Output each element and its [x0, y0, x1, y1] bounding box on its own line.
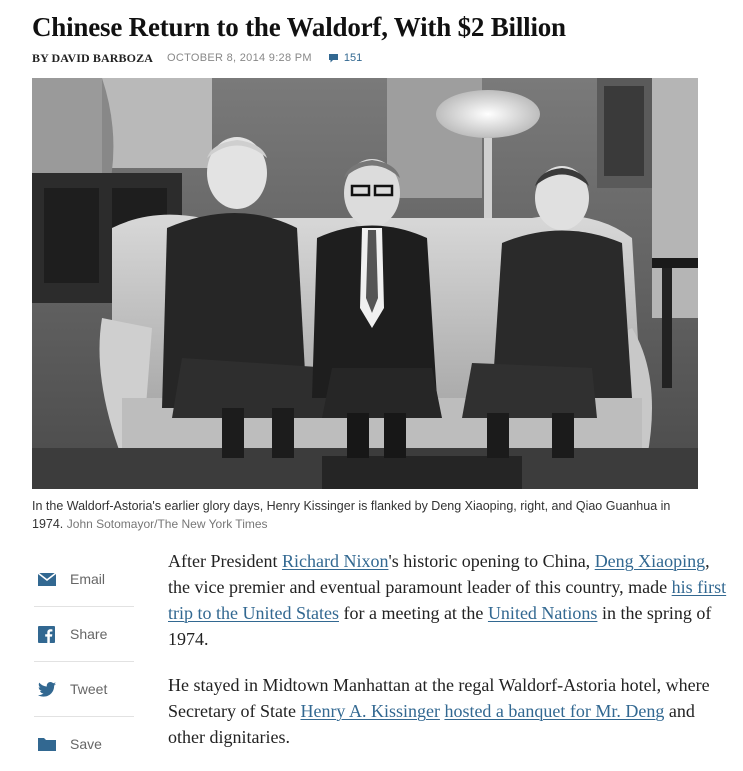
- share-email-button[interactable]: Email: [34, 552, 134, 607]
- share-facebook-button[interactable]: Share: [34, 607, 134, 662]
- comment-bubble-icon: [328, 54, 338, 63]
- share-twitter-label: Tweet: [70, 681, 108, 697]
- twitter-icon: [38, 679, 64, 699]
- byline: BY DAVID BARBOZA OCTOBER 8, 2014 9:28 PM…: [32, 50, 362, 66]
- link-deng-xiaoping[interactable]: Deng Xiaoping: [595, 551, 705, 571]
- lead-photo[interactable]: [32, 78, 698, 489]
- folder-icon: [38, 734, 64, 754]
- comments-link[interactable]: 151: [328, 52, 362, 64]
- share-twitter-button[interactable]: Tweet: [34, 662, 134, 717]
- dateline: OCTOBER 8, 2014 9:28 PM: [166, 52, 312, 64]
- photo-credit: John Sotomayor/The New York Times: [66, 517, 268, 531]
- save-label: Save: [70, 736, 102, 752]
- comment-count: 151: [343, 52, 363, 64]
- link-richard-nixon[interactable]: Richard Nixon: [282, 551, 388, 571]
- link-henry-kissinger[interactable]: Henry A. Kissinger: [300, 701, 439, 721]
- save-button[interactable]: Save: [34, 717, 134, 771]
- waldorf-photo-illustration: [32, 78, 698, 489]
- article-body: After President Richard Nixon's historic…: [168, 548, 728, 770]
- text-run: for a meeting at the: [338, 603, 488, 623]
- facebook-icon: [38, 624, 64, 644]
- share-facebook-label: Share: [70, 626, 108, 642]
- link-united-nations[interactable]: United Nations: [488, 603, 598, 623]
- envelope-icon: [38, 569, 64, 589]
- link-hosted-banquet[interactable]: hosted a banquet for Mr. Deng: [444, 701, 664, 721]
- text-run: 's historic opening to China,: [388, 551, 595, 571]
- photo-caption: In the Waldorf-Astoria's earlier glory d…: [32, 497, 698, 533]
- text-run: After President: [168, 551, 282, 571]
- share-email-label: Email: [70, 571, 106, 587]
- story-paragraph-1: After President Richard Nixon's historic…: [168, 548, 728, 652]
- article-headline: Chinese Return to the Waldorf, With $2 B…: [32, 12, 566, 42]
- share-tools: Email Share Tweet Save: [34, 552, 134, 771]
- story-paragraph-2: He stayed in Midtown Manhattan at the re…: [168, 672, 728, 750]
- author-byline[interactable]: BY DAVID BARBOZA: [32, 51, 153, 66]
